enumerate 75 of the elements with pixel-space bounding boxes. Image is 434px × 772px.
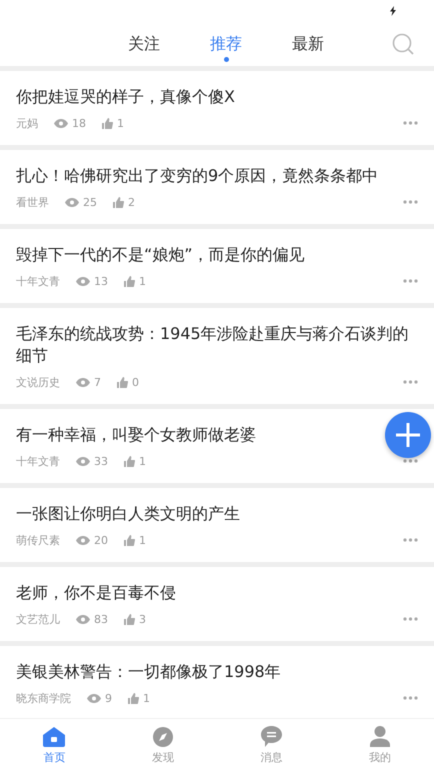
article-source: 看世界 bbox=[16, 194, 49, 210]
thumbs-up-icon bbox=[124, 614, 135, 624]
article-title: 美银美林警告：一切都像极了1998年 bbox=[16, 661, 281, 683]
more-icon[interactable] bbox=[403, 696, 418, 700]
like-count: 3 bbox=[139, 612, 146, 626]
lightning-icon bbox=[390, 6, 396, 16]
eye-icon bbox=[76, 614, 90, 624]
feed-tab[interactable]: 最新 bbox=[290, 26, 326, 62]
thumbs-up-icon bbox=[128, 692, 139, 704]
view-count: 7 bbox=[94, 376, 101, 388]
more-icon[interactable] bbox=[403, 380, 418, 384]
article-card[interactable]: 美银美林警告：一切都像极了1998年 晓东商学院 9 1 bbox=[0, 646, 434, 718]
article-source: 晓东商学院 bbox=[16, 690, 71, 706]
compass-icon bbox=[152, 726, 173, 746]
view-count: 25 bbox=[83, 196, 97, 208]
feed-tab[interactable]: 推荐 bbox=[208, 26, 244, 62]
article-title: 你把娃逗哭的样子，真像个傻X bbox=[16, 86, 235, 108]
article-source: 元妈 bbox=[16, 116, 38, 130]
article-card[interactable]: 毁掉下一代的不是“娘炮”，而是你的偏见 十年文青 13 1 bbox=[0, 229, 434, 303]
thumbs-up-icon bbox=[124, 534, 135, 546]
view-count: 33 bbox=[94, 454, 108, 468]
thumbs-up-icon bbox=[113, 196, 124, 208]
feed-tab[interactable]: 关注 bbox=[126, 26, 162, 62]
nav-tab[interactable]: 首页 bbox=[0, 719, 108, 772]
thumbs-up-icon bbox=[117, 376, 128, 388]
eye-icon bbox=[76, 456, 90, 466]
more-icon[interactable] bbox=[403, 279, 418, 283]
eye-icon bbox=[65, 198, 79, 206]
more-icon[interactable] bbox=[403, 121, 418, 125]
thumbs-up-icon bbox=[124, 276, 135, 286]
article-source: 文艺范儿 bbox=[16, 612, 60, 626]
article-card[interactable]: 你把娃逗哭的样子，真像个傻X 元妈 18 1 bbox=[0, 71, 434, 145]
article-source: 十年文青 bbox=[16, 274, 60, 288]
article-title: 有一种幸福，叫娶个女教师做老婆 bbox=[16, 424, 256, 446]
article-card[interactable]: 扎心！哈佛研究出了变穷的9个原因，竟然条条都中 看世界 25 2 bbox=[0, 150, 434, 224]
eye-icon bbox=[76, 378, 90, 386]
article-title: 毁掉下一代的不是“娘炮”，而是你的偏见 bbox=[16, 244, 305, 266]
home-icon bbox=[43, 726, 66, 746]
like-count: 0 bbox=[132, 376, 139, 388]
eye-icon bbox=[87, 694, 101, 702]
eye-icon bbox=[54, 118, 68, 128]
more-icon[interactable] bbox=[403, 200, 418, 204]
thumbs-up-icon bbox=[102, 118, 113, 128]
article-source: 文说历史 bbox=[16, 374, 60, 390]
article-title: 扎心！哈佛研究出了变穷的9个原因，竟然条条都中 bbox=[16, 165, 378, 187]
chat-bubble-icon bbox=[260, 726, 282, 747]
article-title: 一张图让你明白人类文明的产生 bbox=[16, 503, 240, 525]
article-card[interactable]: 一张图让你明白人类文明的产生 萌传尺素 20 1 bbox=[0, 488, 434, 562]
article-card[interactable]: 有一种幸福，叫娶个女教师做老婆 十年文青 33 1 bbox=[0, 409, 434, 483]
view-count: 20 bbox=[94, 534, 108, 546]
more-icon[interactable] bbox=[403, 617, 418, 621]
like-count: 1 bbox=[139, 534, 146, 546]
like-count: 1 bbox=[139, 274, 146, 288]
eye-icon bbox=[76, 536, 90, 544]
article-source: 萌传尺素 bbox=[16, 532, 60, 548]
eye-icon bbox=[76, 276, 90, 286]
plus-icon bbox=[396, 423, 420, 447]
article-source: 十年文青 bbox=[16, 454, 60, 468]
view-count: 18 bbox=[72, 116, 86, 130]
article-card[interactable]: 老师，你不是百毒不侵 文艺范儿 83 3 bbox=[0, 567, 434, 641]
view-count: 83 bbox=[94, 612, 108, 626]
view-count: 13 bbox=[94, 274, 108, 288]
person-icon bbox=[370, 726, 390, 747]
more-icon[interactable] bbox=[403, 538, 418, 542]
article-card[interactable]: 毛泽东的统战攻势：1945年涉险赴重庆与蒋介石谈判的细节 文说历史 7 0 bbox=[0, 308, 434, 404]
like-count: 1 bbox=[117, 116, 124, 130]
article-title: 老师，你不是百毒不侵 bbox=[16, 582, 176, 604]
more-icon[interactable] bbox=[403, 459, 418, 463]
search-icon[interactable] bbox=[392, 33, 414, 55]
thumbs-up-icon bbox=[124, 456, 135, 466]
like-count: 1 bbox=[139, 454, 146, 468]
like-count: 2 bbox=[128, 196, 135, 208]
view-count: 9 bbox=[105, 692, 112, 704]
article-title: 毛泽东的统战攻势：1945年涉险赴重庆与蒋介石谈判的细节 bbox=[16, 323, 410, 367]
like-count: 1 bbox=[143, 692, 150, 704]
